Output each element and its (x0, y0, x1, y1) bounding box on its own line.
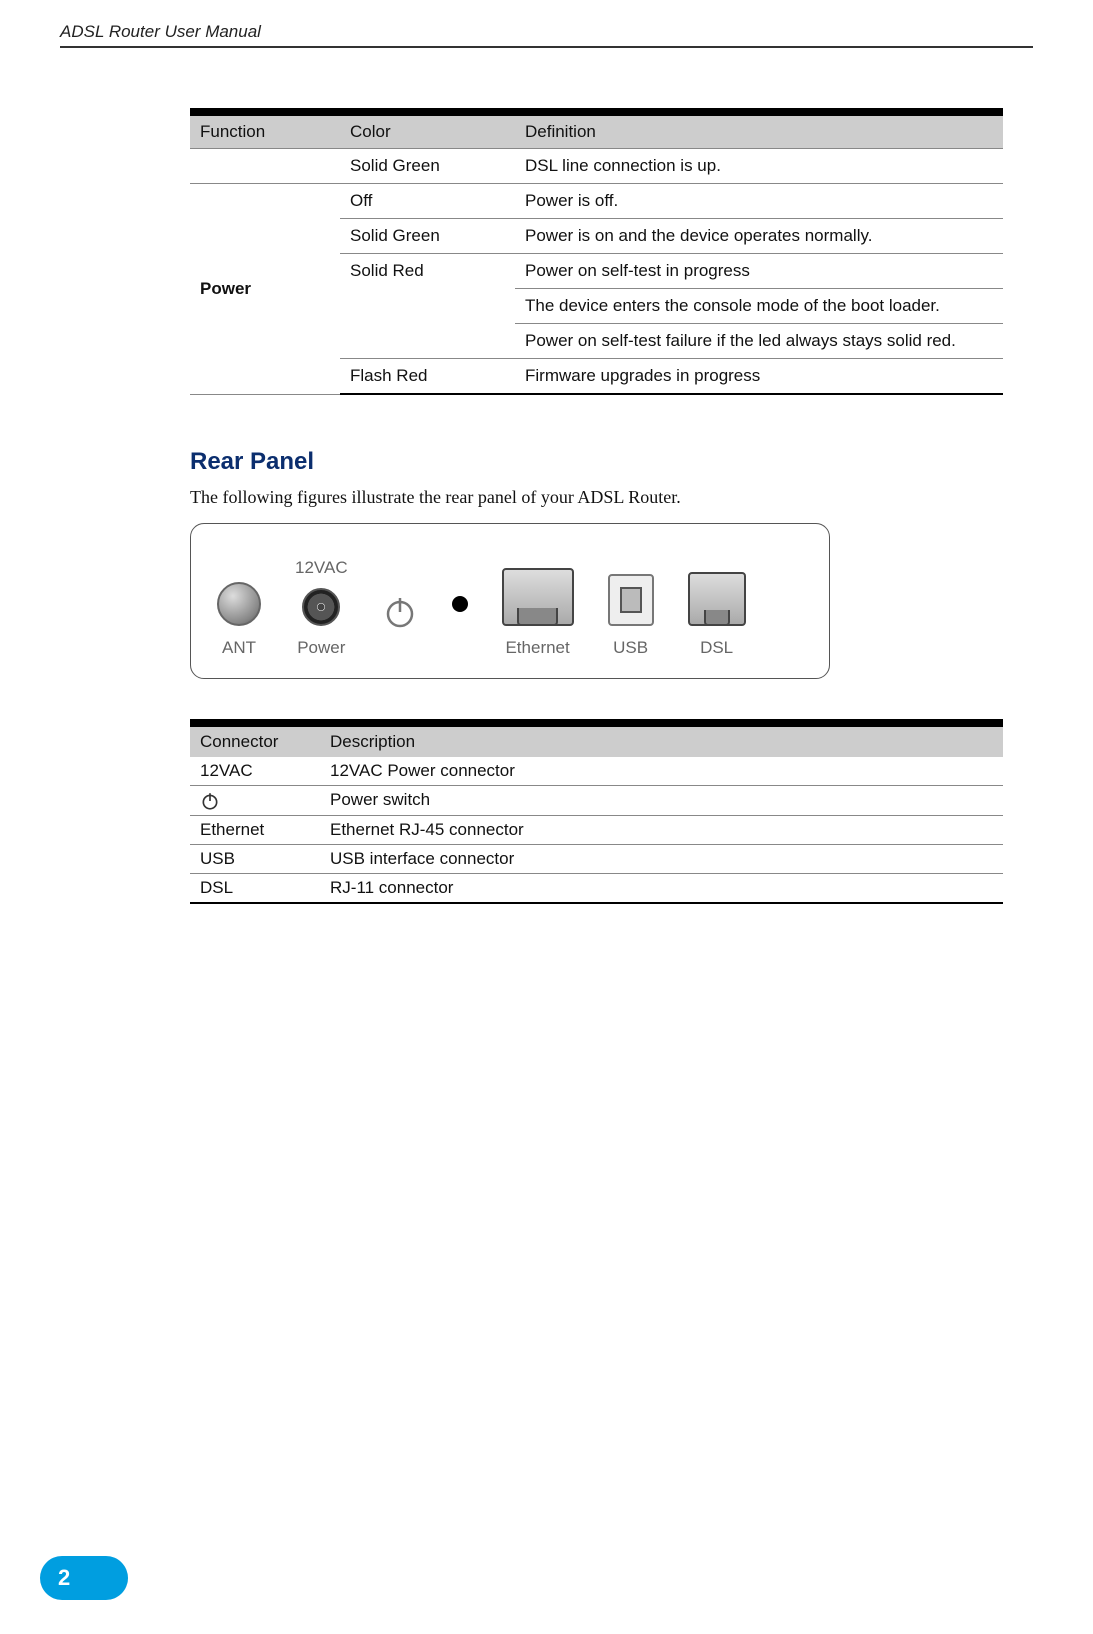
cell-definition: Power on self-test in progress (515, 254, 1003, 289)
power-icon (200, 790, 220, 809)
cell-definition: Firmware upgrades in progress (515, 359, 1003, 395)
usb-port-icon (608, 574, 654, 626)
pinhole-icon (452, 596, 468, 612)
connector-table: Connector Description 12VAC 12VAC Power … (190, 727, 1003, 904)
port-power-jack: 12VAC Power (295, 558, 348, 658)
cell-color: Flash Red (340, 359, 515, 395)
port-ethernet: Ethernet (502, 540, 574, 658)
cell-description: RJ-11 connector (320, 873, 1003, 903)
cell-function (190, 149, 340, 184)
cell-connector: DSL (190, 873, 320, 903)
label-ethernet: Ethernet (505, 638, 569, 658)
label-12vac: 12VAC (295, 558, 348, 578)
th-function: Function (190, 116, 340, 149)
rj11-icon (688, 572, 746, 626)
page-number: 2 (58, 1565, 70, 1591)
cell-color: Solid Red (340, 254, 515, 359)
label-dsl: DSL (700, 638, 733, 658)
table-row: USB USB interface connector (190, 844, 1003, 873)
table-row: Power switch (190, 786, 1003, 816)
power-label: Power (200, 279, 251, 298)
rj45-icon (502, 568, 574, 626)
label-power: Power (297, 638, 345, 658)
power-icon (382, 594, 418, 630)
page-number-badge: 2 (40, 1556, 128, 1600)
cell-function: Power (190, 184, 340, 395)
cell-color: Off (340, 184, 515, 219)
cell-definition: Power is off. (515, 184, 1003, 219)
cell-connector: 12VAC (190, 757, 320, 786)
table-row: DSL RJ-11 connector (190, 873, 1003, 903)
antenna-connector-icon (217, 582, 261, 626)
port-dsl: DSL (688, 544, 746, 658)
port-usb: USB (608, 546, 654, 658)
cell-definition: Power is on and the device operates norm… (515, 219, 1003, 254)
cell-definition: DSL line connection is up. (515, 149, 1003, 184)
rear-panel-figure: ANT 12VAC Power (190, 523, 830, 679)
port-power-switch (382, 566, 418, 658)
cell-definition: The device enters the console mode of th… (515, 289, 1003, 324)
label-usb: USB (613, 638, 648, 658)
cell-definition: Power on self-test failure if the led al… (515, 324, 1003, 359)
th-connector: Connector (190, 727, 320, 757)
table-row: Power Off Power is off. (190, 184, 1003, 219)
section-intro: The following figures illustrate the rea… (190, 486, 1003, 509)
running-header: ADSL Router User Manual (60, 22, 1033, 48)
cell-connector (190, 786, 320, 816)
label-ant: ANT (222, 638, 256, 658)
cell-description: 12VAC Power connector (320, 757, 1003, 786)
section-heading-rear-panel: Rear Panel (190, 449, 1003, 475)
cell-description: Power switch (320, 786, 1003, 816)
cell-description: Ethernet RJ-45 connector (320, 815, 1003, 844)
cell-color: Solid Green (340, 219, 515, 254)
cell-description: USB interface connector (320, 844, 1003, 873)
table-header-row: Function Color Definition (190, 116, 1003, 149)
reset-pinhole (452, 540, 468, 650)
th-definition: Definition (515, 116, 1003, 149)
table-top-rule (190, 108, 1003, 116)
th-color: Color (340, 116, 515, 149)
led-status-table: Function Color Definition Solid Green DS… (190, 116, 1003, 395)
table-header-row: Connector Description (190, 727, 1003, 757)
port-antenna: ANT (217, 554, 261, 658)
cell-connector: Ethernet (190, 815, 320, 844)
table-row: Solid Green DSL line connection is up. (190, 149, 1003, 184)
table-row: 12VAC 12VAC Power connector (190, 757, 1003, 786)
th-description: Description (320, 727, 1003, 757)
table-row: Ethernet Ethernet RJ-45 connector (190, 815, 1003, 844)
cell-connector: USB (190, 844, 320, 873)
dc-jack-icon (302, 588, 340, 626)
cell-color: Solid Green (340, 149, 515, 184)
table-top-rule (190, 719, 1003, 727)
